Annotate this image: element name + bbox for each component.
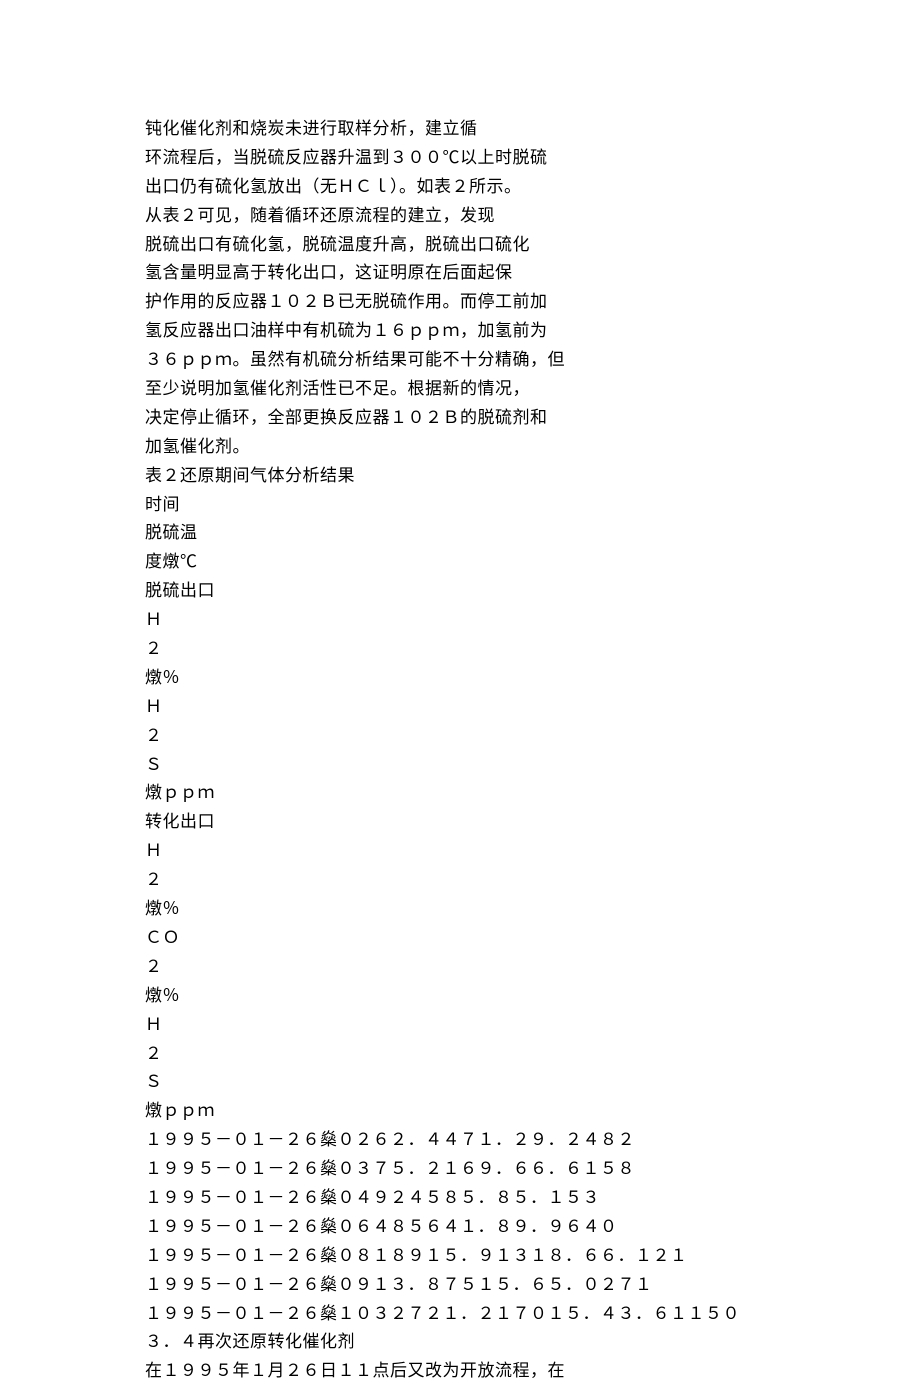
table-header: Ｈ	[145, 606, 775, 635]
table-header: ２	[145, 953, 775, 982]
table-row: １９９５－０１－２６燊０８１８９１５．９１３１８．６６．１２１	[145, 1242, 775, 1271]
table-header: Ｓ	[145, 1068, 775, 1097]
table-header: Ｈ	[145, 693, 775, 722]
table-header: ２	[145, 635, 775, 664]
text-line: 氢反应器出口油样中有机硫为１６ｐｐｍ，加氢前为	[145, 317, 775, 346]
document-page: 钝化催化剂和烧炭未进行取样分析，建立循 环流程后，当脱硫反应器升温到３００℃以上…	[0, 0, 920, 1386]
table-header: Ｈ	[145, 837, 775, 866]
table-row: １９９５－０１－２６燊１０３２７２１．２１７０１５．４３．６１１５０	[145, 1300, 775, 1329]
text-line: 至少说明加氢催化剂活性已不足。根据新的情况，	[145, 375, 775, 404]
table-header: 时间	[145, 491, 775, 520]
text-line: 钝化催化剂和烧炭未进行取样分析，建立循	[145, 115, 775, 144]
table-row: １９９５－０１－２６燊０９１３．８７５１５．６５．０２７１	[145, 1271, 775, 1300]
table-header: 转化出口	[145, 808, 775, 837]
table-header: 燉％	[145, 895, 775, 924]
text-line: 在１９９５年１月２６日１１点后又改为开放流程，在	[145, 1357, 775, 1386]
table-header: 燉ｐｐｍ	[145, 779, 775, 808]
text-line: 出口仍有硫化氢放出（无ＨＣｌ）。如表２所示。	[145, 173, 775, 202]
text-line: 从表２可见，随着循环还原流程的建立，发现	[145, 202, 775, 231]
table-row: １９９５－０１－２６燊０４９２４５８５．８５．１５３	[145, 1184, 775, 1213]
table-header: ２	[145, 866, 775, 895]
table-header: ２	[145, 722, 775, 751]
section-heading: ３．４再次还原转化催化剂	[145, 1328, 775, 1357]
table-title: 表２还原期间气体分析结果	[145, 462, 775, 491]
table-header: Ｈ	[145, 1011, 775, 1040]
table-header: 脱硫出口	[145, 577, 775, 606]
table-row: １９９５－０１－２６燊０２６２．４４７１．２９．２４８２	[145, 1126, 775, 1155]
table-row: １９９５－０１－２６燊０３７５．２１６９．６６．６１５８	[145, 1155, 775, 1184]
text-line: 护作用的反应器１０２Ｂ已无脱硫作用。而停工前加	[145, 288, 775, 317]
table-header: ２	[145, 1040, 775, 1069]
table-header: 燉％	[145, 982, 775, 1011]
table-header: ＣＯ	[145, 924, 775, 953]
text-line: ３６ｐｐｍ。虽然有机硫分析结果可能不十分精确，但	[145, 346, 775, 375]
table-header: 脱硫温	[145, 519, 775, 548]
table-header: Ｓ	[145, 751, 775, 780]
text-line: 脱硫出口有硫化氢，脱硫温度升高，脱硫出口硫化	[145, 231, 775, 260]
table-header: 燉ｐｐｍ	[145, 1097, 775, 1126]
table-header: 燉％	[145, 664, 775, 693]
text-line: 氢含量明显高于转化出口，这证明原在后面起保	[145, 259, 775, 288]
table-header: 度燉℃	[145, 548, 775, 577]
text-line: 加氢催化剂。	[145, 433, 775, 462]
text-line: 环流程后，当脱硫反应器升温到３００℃以上时脱硫	[145, 144, 775, 173]
text-line: 决定停止循环，全部更换反应器１０２Ｂ的脱硫剂和	[145, 404, 775, 433]
table-row: １９９５－０１－２６燊０６４８５６４１．８９．９６４０	[145, 1213, 775, 1242]
